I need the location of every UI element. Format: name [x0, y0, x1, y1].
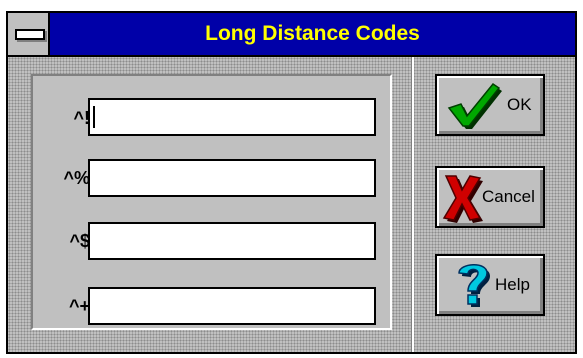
codes-group: ^! ^% ^$ ^+ [31, 74, 392, 330]
checkmark-icon [447, 82, 502, 129]
question-mark-icon [458, 264, 490, 307]
dialog-body: ^! ^% ^$ ^+ OK Cancel Help [8, 57, 575, 352]
field-label-dollar: ^$ [69, 231, 90, 251]
cancel-button-label: Cancel [482, 187, 535, 206]
code-field-exclaim[interactable] [88, 98, 376, 136]
title-bar[interactable]: Long Distance Codes [8, 13, 575, 55]
window-title: Long Distance Codes [205, 22, 420, 45]
x-icon [442, 175, 483, 223]
code-field-dollar[interactable] [88, 222, 376, 260]
ok-button-label: OK [507, 95, 532, 114]
code-field-percent[interactable] [88, 159, 376, 197]
cancel-button[interactable]: Cancel [435, 166, 545, 228]
dialog-window: Long Distance Codes ^! ^% ^$ ^+ OK Cance… [6, 11, 577, 354]
system-menu-icon [15, 29, 45, 40]
help-button-label: Help [495, 275, 530, 294]
field-label-percent: ^% [63, 168, 90, 188]
ok-button[interactable]: OK [435, 74, 545, 136]
text-caret [93, 106, 95, 128]
system-menu-button[interactable] [8, 13, 50, 55]
code-field-plus[interactable] [88, 287, 376, 325]
help-button[interactable]: Help [435, 254, 545, 316]
field-label-exclaim: ^! [73, 108, 90, 128]
field-label-plus: ^+ [68, 296, 90, 316]
vertical-divider [411, 57, 414, 352]
